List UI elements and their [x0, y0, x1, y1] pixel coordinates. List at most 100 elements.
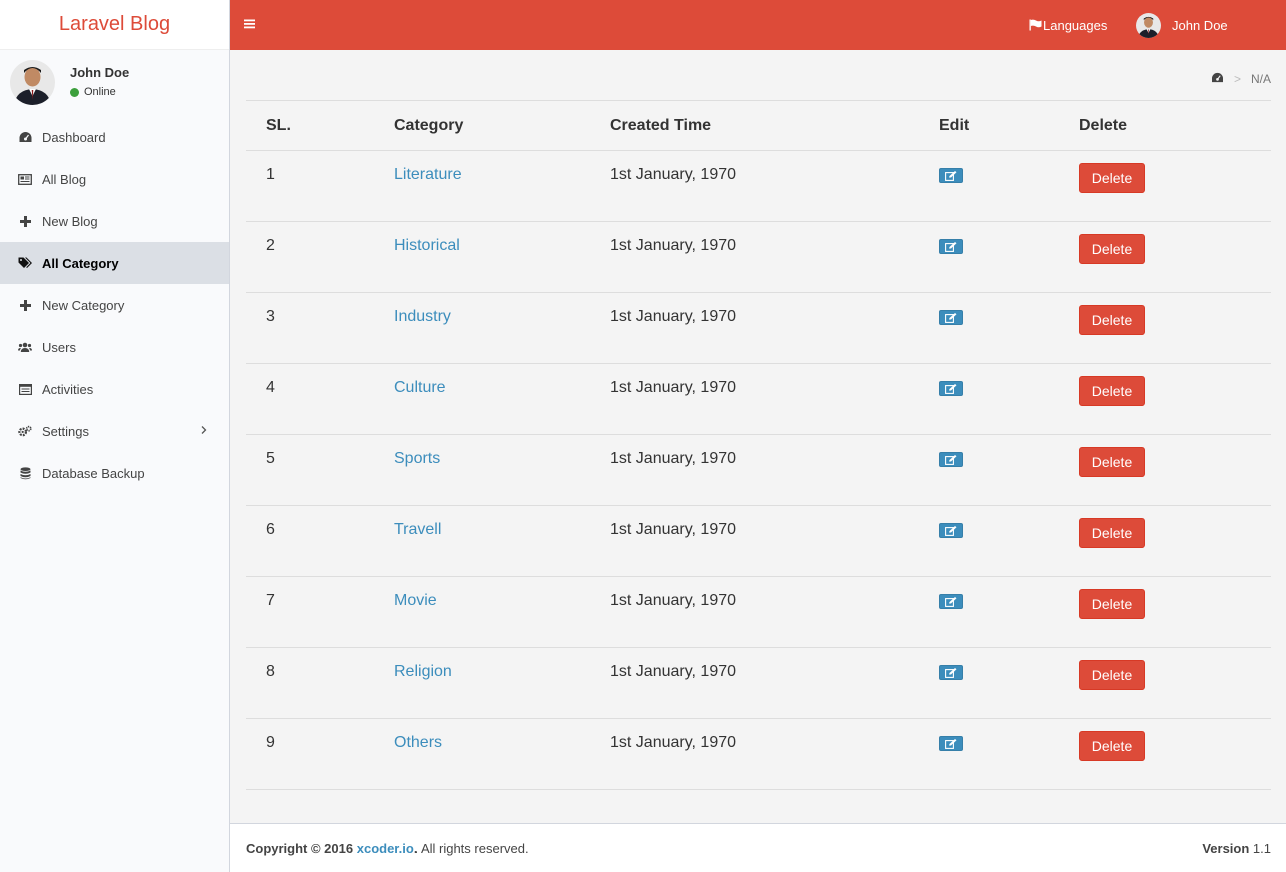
flag-icon [1029, 19, 1042, 31]
footer: Copyright © 2016 xcoder.io.. All rights … [230, 823, 1286, 872]
header-user-menu[interactable]: John Doe [1136, 0, 1228, 50]
dashboard-icon[interactable] [1211, 72, 1224, 86]
table-row: 8 Religion 1st January, 1970 Delete [246, 647, 1271, 719]
sidebar-item-new-category[interactable]: New Category [0, 284, 229, 326]
row-created-time: 1st January, 1970 [610, 292, 939, 364]
edit-button[interactable] [939, 168, 963, 183]
category-link[interactable]: Religion [394, 663, 452, 680]
languages-label: Languages [1043, 17, 1108, 33]
row-created-time: 1st January, 1970 [610, 150, 939, 222]
version-info: Version 1.1 [1202, 841, 1271, 856]
edit-button[interactable] [939, 665, 963, 680]
database-icon [18, 466, 32, 480]
row-edit [939, 363, 1079, 435]
row-created-time: 1st January, 1970 [610, 221, 939, 293]
row-delete: Delete [1079, 221, 1271, 293]
row-delete: Delete [1079, 292, 1271, 364]
users-icon [18, 340, 32, 354]
row-category: Historical [394, 221, 610, 293]
delete-button[interactable]: Delete [1079, 660, 1145, 690]
sidebar-item-label: All Blog [42, 171, 87, 187]
sidebar-item-dashboard[interactable]: Dashboard [0, 116, 229, 158]
sidebar-toggle-icon[interactable] [244, 17, 258, 31]
cogs-icon [18, 424, 32, 438]
delete-button[interactable]: Delete [1079, 234, 1145, 264]
edit-icon [945, 454, 957, 465]
company-link[interactable]: xcoder.io [357, 841, 414, 856]
delete-button[interactable]: Delete [1079, 376, 1145, 406]
row-category: Literature [394, 150, 610, 222]
category-link[interactable]: Travell [394, 521, 441, 538]
delete-button[interactable]: Delete [1079, 305, 1145, 335]
row-edit [939, 221, 1079, 293]
sidebar-item-database-backup[interactable]: Database Backup [0, 452, 229, 494]
table-row: 4 Culture 1st January, 1970 Delete [246, 363, 1271, 435]
sidebar-item-all-blog[interactable]: All Blog [0, 158, 229, 200]
edit-button[interactable] [939, 310, 963, 325]
languages-menu[interactable]: Languages [1029, 0, 1107, 50]
user-panel: John Doe Online [0, 50, 229, 116]
edit-icon [945, 241, 957, 252]
table-row: 3 Industry 1st January, 1970 Delete [246, 292, 1271, 364]
row-sl: 9 [246, 718, 394, 790]
sidebar-item-label: Dashboard [42, 129, 106, 145]
version-number: 1.1 [1252, 841, 1271, 856]
delete-button[interactable]: Delete [1079, 163, 1145, 193]
table-row: 1 Literature 1st January, 1970 Delete [246, 150, 1271, 222]
edit-button[interactable] [939, 594, 963, 609]
sidebar-item-label: Database Backup [42, 465, 145, 481]
delete-button[interactable]: Delete [1079, 589, 1145, 619]
newspaper-icon [18, 172, 32, 186]
delete-button[interactable]: Delete [1079, 731, 1145, 761]
list-icon [18, 382, 32, 396]
sidebar-item-new-blog[interactable]: New Blog [0, 200, 229, 242]
category-link[interactable]: Others [394, 734, 442, 751]
sidebar-item-label: New Blog [42, 213, 98, 229]
category-link[interactable]: Movie [394, 592, 437, 609]
chevron-right-icon [197, 423, 211, 437]
tags-icon [18, 256, 32, 270]
delete-button[interactable]: Delete [1079, 447, 1145, 477]
category-link[interactable]: Culture [394, 379, 446, 396]
row-category: Movie [394, 576, 610, 648]
category-link[interactable]: Historical [394, 237, 460, 254]
edit-button[interactable] [939, 452, 963, 467]
breadcrumb-separator: > [1233, 72, 1241, 86]
edit-icon [945, 596, 957, 607]
category-link[interactable]: Industry [394, 308, 451, 325]
sidebar: Laravel Blog John Doe Online Dashboard A… [0, 0, 230, 872]
sidebar-item-all-category[interactable]: All Category [0, 242, 229, 284]
row-created-time: 1st January, 1970 [610, 576, 939, 648]
edit-button[interactable] [939, 239, 963, 254]
edit-button[interactable] [939, 523, 963, 538]
sidebar-item-activities[interactable]: Activities [0, 368, 229, 410]
row-sl: 8 [246, 647, 394, 719]
row-edit [939, 150, 1079, 222]
category-link[interactable]: Sports [394, 450, 440, 467]
edit-icon [945, 312, 957, 323]
sidebar-item-users[interactable]: Users [0, 326, 229, 368]
breadcrumb-current: N/A [1250, 72, 1271, 86]
status-label: Online [84, 86, 116, 98]
row-delete: Delete [1079, 434, 1271, 506]
row-edit [939, 647, 1079, 719]
user-name: John Doe [70, 65, 130, 80]
table-header-row: SL. Category Created Time Edit Delete [246, 100, 1271, 151]
edit-button[interactable] [939, 736, 963, 751]
edit-button[interactable] [939, 381, 963, 396]
row-edit [939, 505, 1079, 577]
table-row: 7 Movie 1st January, 1970 Delete [246, 576, 1271, 648]
row-delete: Delete [1079, 505, 1271, 577]
row-category: Culture [394, 363, 610, 435]
row-delete: Delete [1079, 647, 1271, 719]
user-status: Online [70, 86, 116, 98]
top-navbar: Languages John Doe [230, 0, 1286, 50]
category-link[interactable]: Literature [394, 166, 462, 183]
row-created-time: 1st January, 1970 [610, 434, 939, 506]
row-sl: 3 [246, 292, 394, 364]
row-edit [939, 434, 1079, 506]
app-logo[interactable]: Laravel Blog [0, 0, 229, 50]
sidebar-item-settings[interactable]: Settings [0, 410, 229, 452]
row-created-time: 1st January, 1970 [610, 718, 939, 790]
delete-button[interactable]: Delete [1079, 518, 1145, 548]
